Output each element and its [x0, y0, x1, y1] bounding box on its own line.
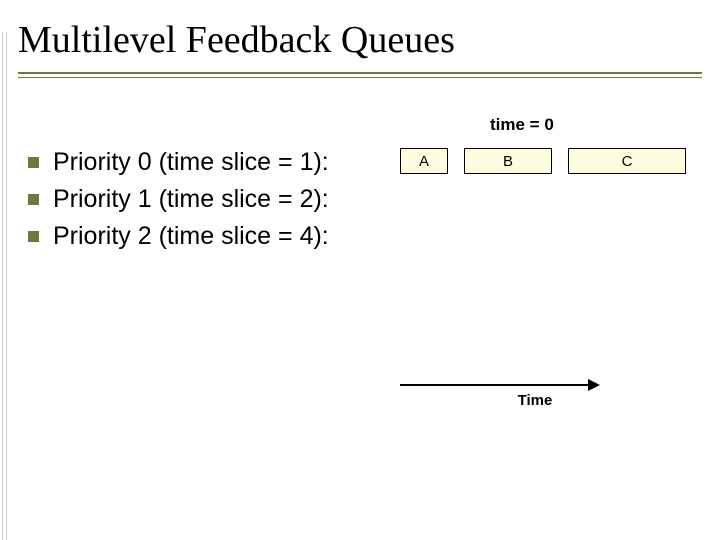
timeline-label: Time [400, 392, 630, 409]
bullet-text: Priority 2 (time slice = 4): [53, 222, 329, 251]
timeline-axis [400, 384, 590, 386]
process-box-b: B [464, 148, 552, 174]
title-area: Multilevel Feedback Queues [0, 0, 720, 82]
list-item: Priority 1 (time slice = 2): [28, 185, 700, 214]
process-box-c: C [568, 148, 686, 174]
square-bullet-icon [28, 231, 39, 242]
slide-title: Multilevel Feedback Queues [18, 18, 702, 62]
priority-0-queue: A B C [400, 148, 700, 184]
square-bullet-icon [28, 157, 39, 168]
queue-area: A B C [400, 148, 700, 184]
arrow-right-icon [588, 379, 600, 391]
left-groove-decoration [2, 32, 7, 540]
bullet-text: Priority 0 (time slice = 1): [53, 148, 329, 177]
square-bullet-icon [28, 194, 39, 205]
timeline: Time [400, 384, 610, 409]
list-item: Priority 2 (time slice = 4): [28, 222, 700, 251]
slide: Multilevel Feedback Queues time = 0 Prio… [0, 0, 720, 540]
title-underline [18, 72, 702, 82]
bullet-text: Priority 1 (time slice = 2): [53, 185, 329, 214]
process-box-a: A [400, 148, 448, 174]
time-indicator: time = 0 [490, 115, 554, 135]
